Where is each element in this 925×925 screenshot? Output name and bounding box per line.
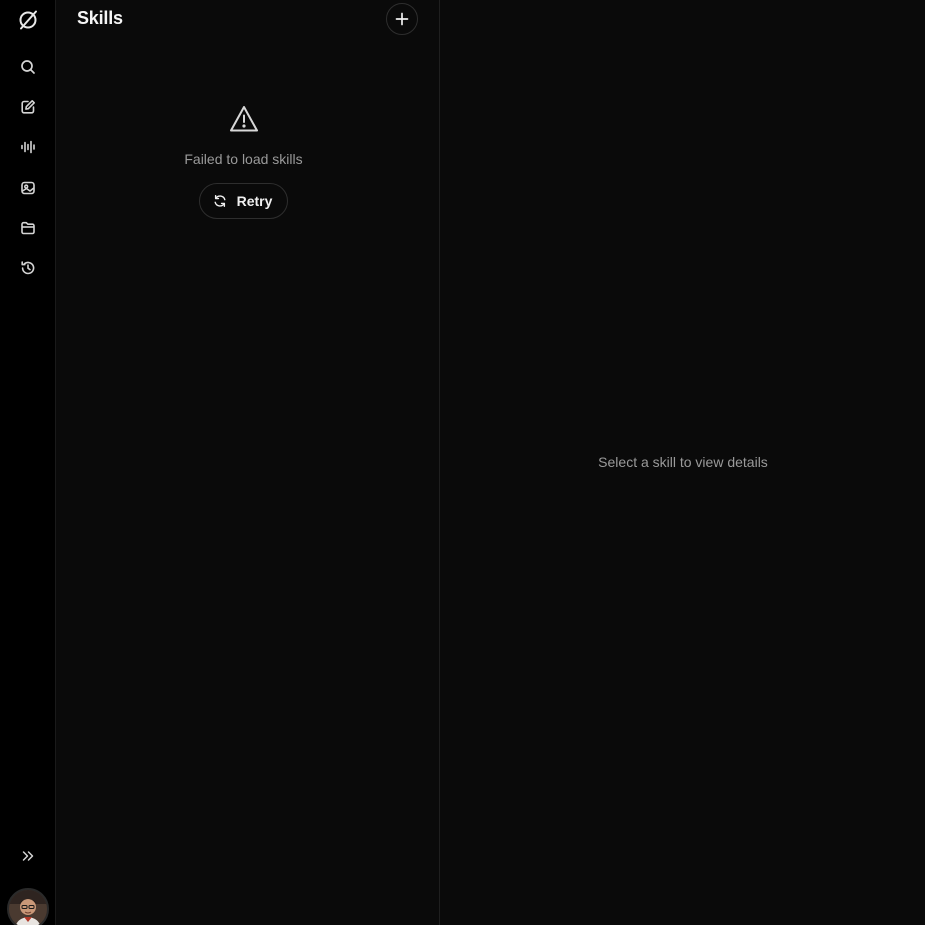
folder-icon[interactable] [10,210,46,246]
app-window: Skills Failed to load skills Retry Selec… [0,0,925,925]
skills-panel: Skills Failed to load skills Retry [57,0,440,925]
avatar[interactable] [7,888,49,925]
voice-icon[interactable] [10,129,46,165]
avatar-image [9,890,47,925]
error-state: Failed to load skills Retry [57,103,430,219]
new-chat-icon[interactable] [10,89,46,125]
media-icon[interactable] [10,170,46,206]
expand-sidebar-icon[interactable] [10,838,46,874]
plus-icon [395,12,409,26]
history-icon[interactable] [10,250,46,286]
left-rail [0,0,56,925]
error-message: Failed to load skills [184,151,303,167]
add-skill-button[interactable] [386,3,418,35]
retry-label: Retry [236,193,273,209]
refresh-icon [214,195,226,207]
page-title: Skills [77,8,123,28]
skill-detail-panel: Select a skill to view details [441,0,925,925]
warning-icon [228,103,260,135]
logo-icon[interactable] [10,2,46,38]
empty-state-message: Select a skill to view details [598,454,768,470]
search-icon[interactable] [10,49,46,85]
retry-button[interactable]: Retry [198,183,289,219]
